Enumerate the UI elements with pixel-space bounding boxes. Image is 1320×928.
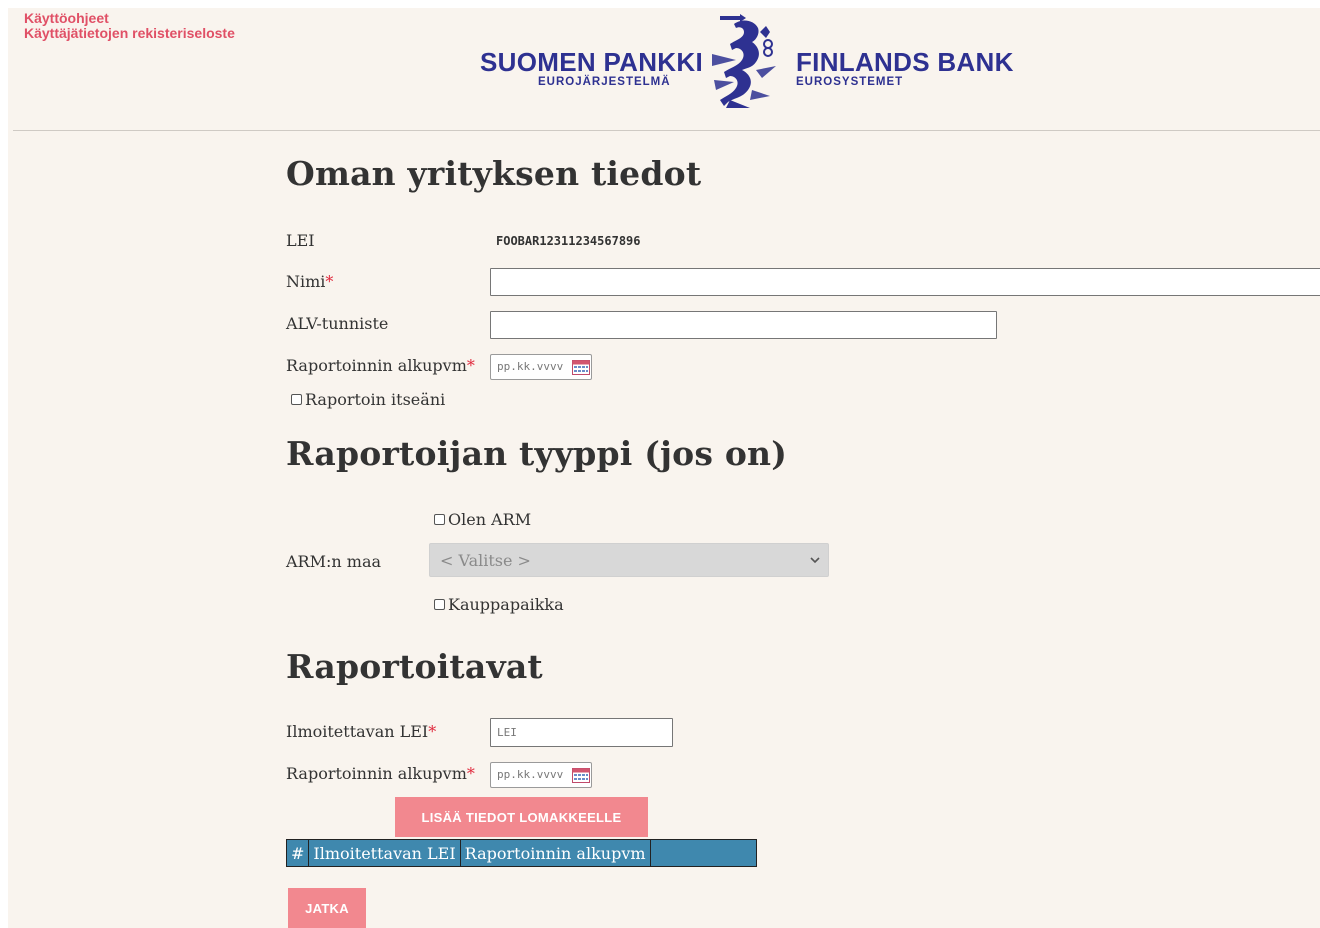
column-header-index: # [285,839,310,867]
add-to-form-button[interactable]: LISÄÄ TIEDOT LOMAKKEELLE [395,797,648,837]
start-date-label-text: Raportoinnin alkupvm [286,356,467,375]
arm-country-select[interactable]: < Valitse > [429,543,829,577]
reportable-start-date-label: Raportoinnin alkupvm* [286,764,475,783]
logo-name-fi: SUOMEN PANKKI [480,47,703,77]
arm-country-label: ARM:n maa [286,552,382,571]
reportable-lei-label: Ilmoitettavan LEI* [286,722,436,741]
name-input[interactable] [490,268,1320,296]
lei-label: LEI [286,231,315,250]
logo-sub-sv: EUROSYSTEMET [796,76,904,88]
logo-sub-fi: EUROJÄRJESTELMÄ [538,76,671,88]
table-header-row: # Ilmoitettavan LEI Raportoinnin alkupvm [285,839,758,867]
reportables-title: Raportoitavat [286,647,543,686]
reportable-start-date-input[interactable]: pp.kk.vvvv [490,762,592,788]
top-links: Käyttöohjeet Käyttäjätietojen rekisteris… [24,11,235,41]
column-header-lei: Ilmoitettavan LEI [308,839,461,867]
marketplace-checkbox-row[interactable]: Kauppapaikka [434,595,564,614]
vat-input[interactable] [490,311,997,339]
name-label-text: Nimi [286,272,326,291]
page: Käyttöohjeet Käyttäjätietojen rekisteris… [8,8,1320,928]
marketplace-checkbox[interactable] [434,599,445,610]
arm-checkbox-row[interactable]: Olen ARM [434,510,531,529]
continue-button[interactable]: JATKA [288,888,366,928]
privacy-statement-link[interactable]: Käyttäjätietojen rekisteriseloste [24,26,235,41]
start-date-label: Raportoinnin alkupvm* [286,356,475,375]
reportable-start-date-label-text: Raportoinnin alkupvm [286,764,467,783]
reporter-type-title: Raportoijan tyyppi (jos on) [286,434,788,473]
marketplace-label: Kauppapaikka [448,595,564,614]
self-report-checkbox-row[interactable]: Raportoin itseäni [291,390,445,409]
required-asterisk: * [466,764,475,783]
company-section-title: Oman yrityksen tiedot [286,154,702,193]
logo-name-sv: FINLANDS BANK [796,47,1014,77]
self-report-checkbox[interactable] [291,394,302,405]
column-header-start-date: Raportoinnin alkupvm [459,839,651,867]
arm-checkbox-label: Olen ARM [448,510,532,529]
vat-label: ALV-tunniste [286,314,389,333]
self-report-label: Raportoin itseäni [305,390,446,409]
name-label: Nimi* [286,272,333,291]
arm-country-selected: < Valitse > [440,551,531,570]
reportable-lei-label-text: Ilmoitettavan LEI [286,722,429,741]
required-asterisk: * [428,722,437,741]
lion-emblem-icon [712,14,776,108]
calendar-icon[interactable] [572,768,590,783]
chevron-down-icon [810,557,820,564]
reportables-table: # Ilmoitettavan LEI Raportoinnin alkupvm [285,839,758,867]
bank-logo: SUOMEN PANKKI EUROJÄRJESTELMÄ FINLANDS B… [480,10,1020,112]
reportable-lei-input[interactable] [490,718,673,747]
required-asterisk: * [466,356,475,375]
date-placeholder: pp.kk.vvvv [497,768,564,781]
arm-checkbox[interactable] [434,514,445,525]
calendar-icon[interactable] [572,360,590,375]
lei-value: FOOBAR12311234567896 [496,234,641,248]
date-placeholder: pp.kk.vvvv [497,360,564,373]
column-header-empty [649,839,758,867]
required-asterisk: * [325,272,334,291]
header-divider [13,130,1320,131]
user-guide-link[interactable]: Käyttöohjeet [24,11,235,26]
start-date-input[interactable]: pp.kk.vvvv [490,354,592,380]
